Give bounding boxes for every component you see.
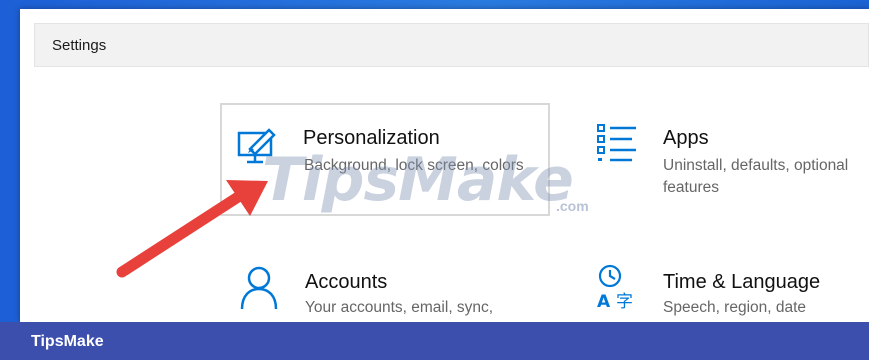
tile-apps[interactable]: Apps Uninstall, defaults, optional featu… (582, 103, 869, 216)
tile-name: Apps (663, 127, 709, 149)
tile-accounts[interactable]: Accounts Your accounts, email, sync, (220, 249, 550, 322)
tile-name: Accounts (305, 271, 388, 293)
tile-description: Uninstall, defaults, optional features (663, 157, 849, 196)
tile-name: Time & Language (663, 271, 821, 293)
svg-text:字: 字 (616, 292, 633, 309)
accounts-icon (240, 266, 278, 310)
apps-icon (597, 124, 636, 162)
time-language-icon: A 字 (597, 264, 633, 309)
footer-brand: TipsMake (31, 333, 104, 350)
tile-description: Speech, region, date (663, 299, 807, 316)
title-bar: Settings (34, 23, 869, 67)
svg-text:A: A (597, 292, 611, 309)
watermark-logo: TipsMake (262, 145, 574, 215)
window-title: Settings (52, 37, 107, 54)
footer-bar: TipsMake (0, 322, 869, 360)
tile-time-language[interactable]: A 字 Time & Language Speech, region, date (582, 249, 869, 322)
watermark-domain: .com (556, 198, 589, 214)
tile-description: Your accounts, email, sync, (305, 299, 494, 316)
